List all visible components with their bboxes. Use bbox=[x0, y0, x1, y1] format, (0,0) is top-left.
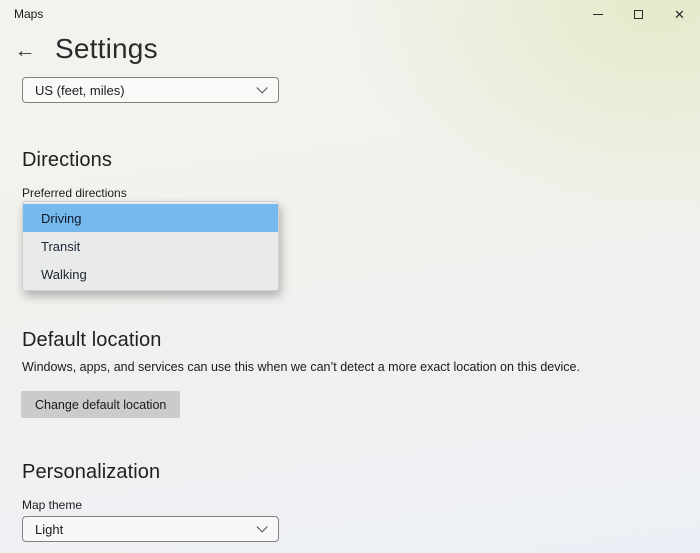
default-location-heading: Default location bbox=[22, 329, 162, 351]
map-theme-combobox[interactable]: Light bbox=[22, 516, 279, 542]
chevron-down-icon bbox=[256, 82, 268, 94]
units-combobox-value: US (feet, miles) bbox=[35, 82, 125, 98]
preferred-directions-dropdown: Driving Transit Walking bbox=[22, 201, 279, 291]
dropdown-option-driving[interactable]: Driving bbox=[23, 204, 278, 232]
directions-heading: Directions bbox=[22, 149, 112, 171]
maximize-icon bbox=[634, 10, 643, 19]
dropdown-option-transit[interactable]: Transit bbox=[23, 232, 278, 260]
default-location-description: Windows, apps, and services can use this… bbox=[22, 360, 580, 374]
chevron-down-icon bbox=[256, 521, 268, 533]
caption-buttons: ✕ bbox=[577, 0, 700, 29]
units-combobox[interactable]: US (feet, miles) bbox=[22, 77, 279, 103]
dropdown-option-walking[interactable]: Walking bbox=[23, 260, 278, 288]
back-button[interactable]: ← bbox=[10, 36, 40, 66]
map-theme-label: Map theme bbox=[22, 498, 83, 512]
close-icon: ✕ bbox=[674, 7, 685, 22]
window-title: Maps bbox=[14, 7, 44, 21]
minimize-icon bbox=[592, 14, 603, 15]
maps-settings-window: Maps ✕ ← Settings US (feet, miles) Direc… bbox=[0, 0, 700, 553]
page-title: Settings bbox=[55, 33, 158, 64]
preferred-directions-label: Preferred directions bbox=[22, 186, 127, 200]
maximize-button[interactable] bbox=[618, 0, 659, 29]
close-button[interactable]: ✕ bbox=[659, 0, 700, 29]
personalization-heading: Personalization bbox=[22, 461, 161, 483]
map-theme-combobox-value: Light bbox=[35, 521, 64, 537]
minimize-button[interactable] bbox=[577, 0, 618, 29]
back-arrow-icon: ← bbox=[14, 39, 36, 62]
change-default-location-button[interactable]: Change default location bbox=[21, 391, 181, 418]
